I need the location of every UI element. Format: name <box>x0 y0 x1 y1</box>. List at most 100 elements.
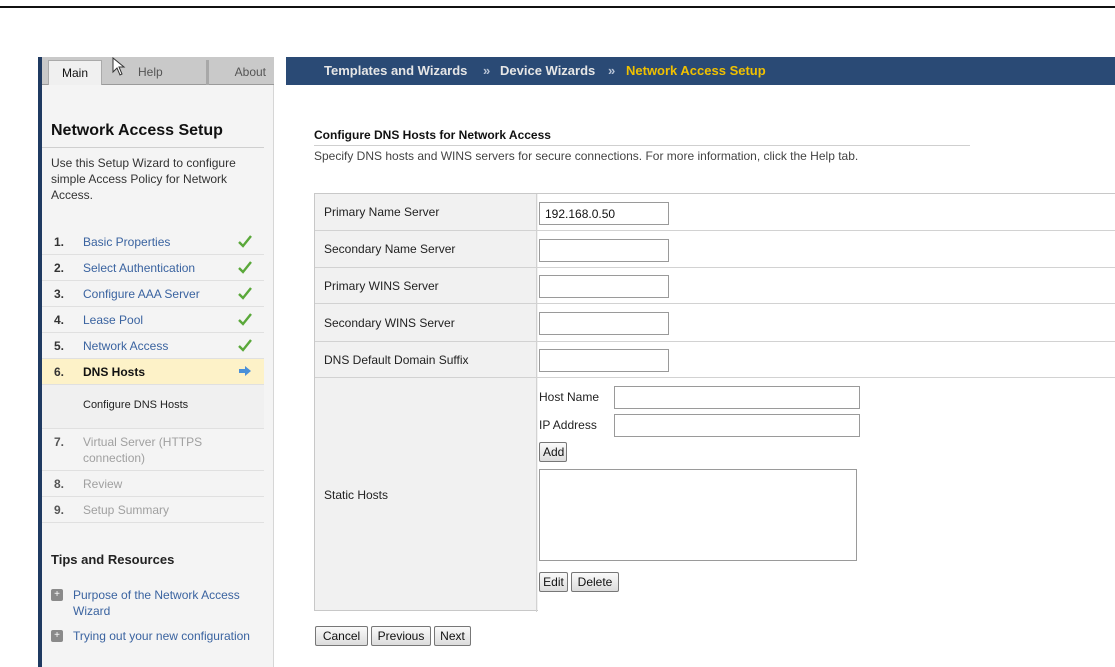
tip-purpose-link[interactable]: + Purpose of the Network Access Wizard <box>51 587 261 619</box>
static-hosts-list[interactable] <box>539 469 857 561</box>
step-label: Review <box>83 477 123 491</box>
mouse-cursor-icon <box>112 57 126 76</box>
ip-address-input[interactable] <box>614 414 860 437</box>
row-value <box>538 194 1115 230</box>
step-label[interactable]: Basic Properties <box>83 235 170 249</box>
next-button[interactable]: Next <box>434 626 471 646</box>
step-lease-pool[interactable]: 4. Lease Pool <box>42 307 264 333</box>
step-virtual-server: 7. Virtual Server (HTTPS connection) <box>42 429 264 471</box>
add-host-button[interactable]: Add <box>539 442 567 462</box>
ip-address-label: IP Address <box>539 418 597 432</box>
breadcrumb-separator: » <box>483 63 491 78</box>
field-label: Secondary WINS Server <box>324 315 455 330</box>
row-secondary-name-server: Secondary Name Server <box>315 231 1115 268</box>
step-number: 8. <box>54 477 65 491</box>
step-configure-aaa-server[interactable]: 3. Configure AAA Server <box>42 281 264 307</box>
row-value <box>538 304 1115 341</box>
step-basic-properties[interactable]: 1. Basic Properties <box>42 229 264 255</box>
row-label: DNS Default Domain Suffix <box>315 342 537 377</box>
step-number: 1. <box>54 235 65 249</box>
step-number: 7. <box>54 435 65 449</box>
step-label[interactable]: DNS Hosts <box>83 365 145 379</box>
row-static-hosts: Static Hosts Host Name IP Address Add Ed… <box>315 378 1115 612</box>
field-label: Secondary Name Server <box>324 242 456 256</box>
breadcrumb-separator: » <box>608 63 616 78</box>
step-review: 8. Review <box>42 471 264 497</box>
main-content: Configure DNS Hosts for Network Access S… <box>286 85 1115 667</box>
field-label: Primary WINS Server <box>324 278 439 293</box>
row-secondary-wins-server: Secondary WINS Server <box>315 304 1115 342</box>
row-label: Secondary Name Server <box>315 231 537 267</box>
breadcrumb-templates-and-wizards[interactable]: Templates and Wizards <box>324 63 467 78</box>
tip-label[interactable]: Purpose of the Network Access Wizard <box>73 588 240 618</box>
cancel-button[interactable]: Cancel <box>315 626 368 646</box>
host-name-label: Host Name <box>539 390 600 404</box>
previous-button[interactable]: Previous <box>371 626 431 646</box>
step-number: 4. <box>54 313 65 327</box>
top-divider <box>0 6 1115 8</box>
step-network-access[interactable]: 5. Network Access <box>42 333 264 359</box>
breadcrumb-current: Network Access Setup <box>626 63 766 78</box>
breadcrumb-device-wizards[interactable]: Device Wizards <box>500 63 595 78</box>
section-description: Specify DNS hosts and WINS servers for s… <box>314 149 859 163</box>
row-label: Static Hosts <box>315 378 537 612</box>
step-dns-hosts[interactable]: 6. DNS Hosts <box>42 359 264 385</box>
field-label: Primary Name Server <box>324 205 440 219</box>
step-label[interactable]: Select Authentication <box>83 261 195 275</box>
check-icon <box>238 261 252 274</box>
step-number: 2. <box>54 261 65 275</box>
tip-trying-out-link[interactable]: + Trying out your new configuration <box>51 628 261 644</box>
substep-configure-dns-hosts[interactable]: Configure DNS Hosts <box>42 385 264 429</box>
check-icon <box>238 313 252 326</box>
sidebar: Network Access Setup Use this Setup Wiza… <box>42 85 274 667</box>
substep-label[interactable]: Configure DNS Hosts <box>83 399 188 411</box>
breadcrumb: Templates and Wizards » Device Wizards »… <box>286 57 1115 85</box>
field-label: DNS Default Domain Suffix <box>324 352 469 367</box>
secondary-wins-server-input[interactable] <box>539 312 669 335</box>
step-number: 3. <box>54 287 65 301</box>
row-label: Secondary WINS Server <box>315 304 537 341</box>
tab-about[interactable]: About <box>206 60 274 85</box>
host-name-input[interactable] <box>614 386 860 409</box>
section-title: Configure DNS Hosts for Network Access <box>314 128 551 142</box>
step-label: Setup Summary <box>83 503 170 517</box>
tip-label[interactable]: Trying out your new configuration <box>73 629 250 643</box>
tips-title: Tips and Resources <box>51 552 175 567</box>
step-number: 5. <box>54 339 65 353</box>
row-label: Primary WINS Server <box>315 268 537 303</box>
wizard-steps: 1. Basic Properties 2. Select Authentica… <box>42 229 264 523</box>
step-label[interactable]: Network Access <box>83 339 168 353</box>
sidebar-title: Network Access Setup <box>51 122 223 139</box>
dns-default-domain-suffix-input[interactable] <box>539 349 669 372</box>
check-icon <box>238 287 252 300</box>
plus-box-icon: + <box>51 589 63 601</box>
step-number: 9. <box>54 503 65 517</box>
step-setup-summary: 9. Setup Summary <box>42 497 264 523</box>
primary-wins-server-input[interactable] <box>539 275 669 298</box>
delete-host-button[interactable]: Delete <box>571 572 619 592</box>
plus-box-icon: + <box>51 630 63 642</box>
step-label[interactable]: Lease Pool <box>83 313 143 327</box>
edit-host-button[interactable]: Edit <box>539 572 568 592</box>
row-value: Host Name IP Address Add Edit Delete <box>538 378 1115 612</box>
step-label: Virtual Server (HTTPS connection) <box>83 435 203 465</box>
step-label[interactable]: Configure AAA Server <box>83 287 200 301</box>
sidebar-description: Use this Setup Wizard to configure simpl… <box>51 156 236 202</box>
row-primary-wins-server: Primary WINS Server <box>315 268 1115 304</box>
secondary-name-server-input[interactable] <box>539 239 669 262</box>
row-value <box>538 268 1115 303</box>
row-dns-default-domain-suffix: DNS Default Domain Suffix <box>315 342 1115 378</box>
step-select-authentication[interactable]: 2. Select Authentication <box>42 255 264 281</box>
tab-bar: Main Help About <box>42 57 274 642</box>
check-icon <box>238 235 252 248</box>
field-label: Static Hosts <box>324 488 389 502</box>
row-value <box>538 342 1115 377</box>
sidebar-title-divider <box>42 147 264 148</box>
step-number: 6. <box>54 365 65 379</box>
row-value <box>538 231 1115 267</box>
row-primary-name-server: Primary Name Server <box>315 194 1115 231</box>
row-label: Primary Name Server <box>315 194 537 230</box>
section-divider <box>314 145 970 146</box>
dns-form-table: Primary Name Server Secondary Name Serve… <box>314 193 1115 612</box>
primary-name-server-input[interactable] <box>539 202 669 225</box>
